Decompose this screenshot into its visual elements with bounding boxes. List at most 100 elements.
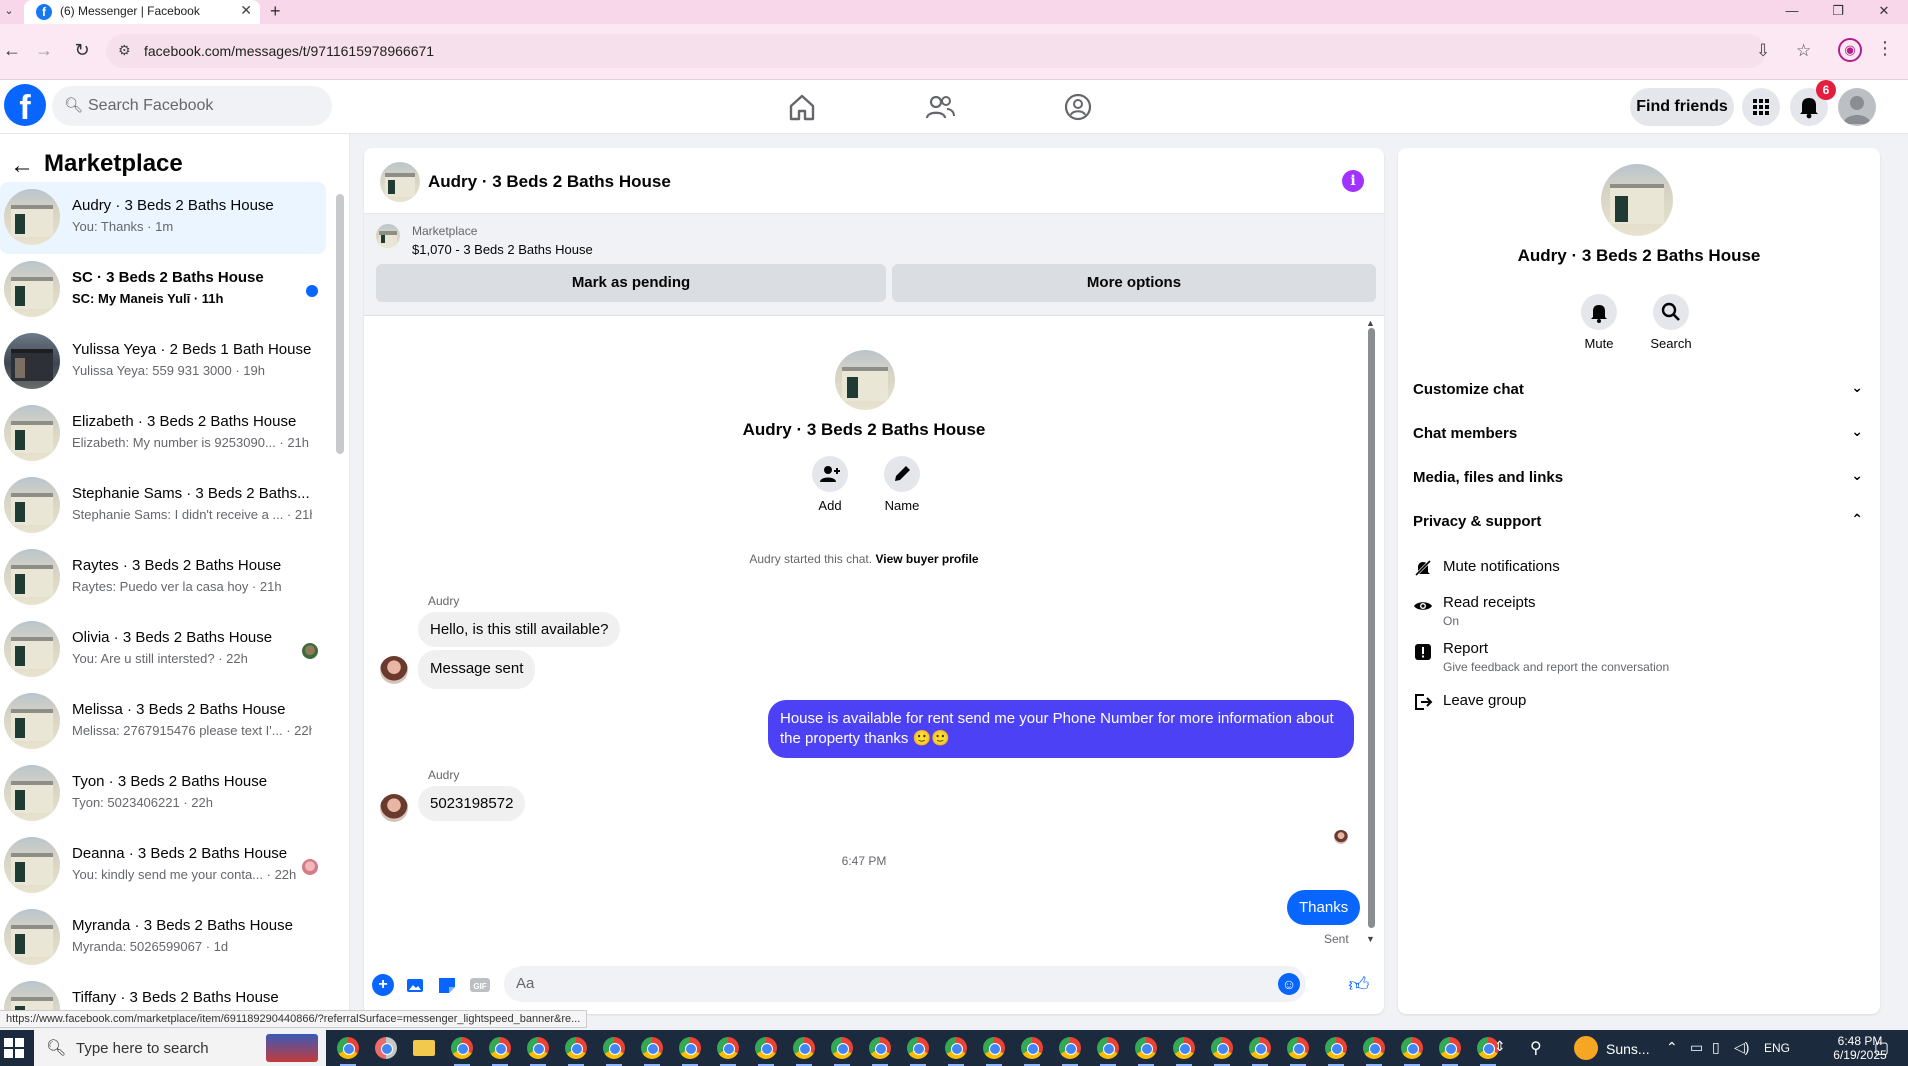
notification-center-icon[interactable]: ▢ [1874, 1038, 1889, 1066]
site-info-icon[interactable]: ⚙ [118, 42, 131, 59]
conversation-item-tiffany[interactable]: Tiffany · 3 Beds 2 Baths House [0, 974, 326, 1014]
bookmark-star-icon[interactable]: ☆ [1796, 41, 1811, 61]
plus-icon[interactable]: + [372, 974, 394, 996]
conversation-item-olivia[interactable]: Olivia · 3 Beds 2 Baths House You: Are u… [0, 614, 326, 686]
chrome-app-icon[interactable] [1436, 1034, 1464, 1066]
chrome-app-icon[interactable] [1170, 1034, 1198, 1066]
conversation-item-deanna[interactable]: Deanna · 3 Beds 2 Baths House You: kindl… [0, 830, 326, 902]
incoming-message[interactable]: Message sent [418, 650, 536, 689]
conversation-item-sc[interactable]: SC · 3 Beds 2 Baths House SC: My Maneis … [0, 254, 326, 326]
more-options-button[interactable]: More options [892, 264, 1376, 302]
chrome-app-icon[interactable] [1398, 1034, 1426, 1066]
conversation-item-yulissa[interactable]: Yulissa Yeya · 2 Beds 1 Bath House Yulis… [0, 326, 326, 398]
taskbar-search-box[interactable]: 🔍︎ Type here to search [34, 1030, 326, 1066]
chrome-app-icon[interactable] [1246, 1034, 1274, 1066]
chrome-app-icon[interactable] [334, 1034, 362, 1066]
listing-price-title[interactable]: $1,070 - 3 Beds 2 Baths House [412, 242, 593, 257]
file-explorer-icon[interactable] [410, 1034, 438, 1062]
chrome-app-icon[interactable] [1284, 1034, 1312, 1066]
weather-sun-icon[interactable] [1574, 1036, 1598, 1060]
address-bar[interactable]: ⚙ facebook.com/messages/t/97116159789666… [106, 34, 1811, 68]
facebook-search-input[interactable]: 🔍︎ Search Facebook [52, 86, 332, 126]
find-friends-button[interactable]: Find friends [1630, 88, 1734, 126]
chrome-app-icon[interactable] [1322, 1034, 1350, 1066]
chrome-app-icon[interactable] [562, 1034, 590, 1066]
conversation-item-raytes[interactable]: Raytes · 3 Beds 2 Baths House Raytes: Pu… [0, 542, 326, 614]
taskbar-scroll-arrows-icon[interactable]: ⇕ [1494, 1038, 1506, 1066]
mute-action[interactable]: Mute [1564, 294, 1634, 351]
close-window-icon[interactable]: ✕ [1862, 0, 1906, 24]
chrome-app-icon[interactable] [486, 1034, 514, 1066]
chrome-app-icon[interactable] [1018, 1034, 1046, 1066]
chrome-app-icon[interactable] [790, 1034, 818, 1066]
chrome-app-icon[interactable] [1360, 1034, 1388, 1066]
conversation-item-stephanie[interactable]: Stephanie Sams · 3 Beds 2 Baths... Steph… [0, 470, 326, 542]
app-icon[interactable] [372, 1034, 400, 1062]
incoming-message[interactable]: Hello, is this still available? [418, 612, 621, 647]
chrome-app-icon[interactable] [942, 1034, 970, 1066]
windows-start-icon[interactable] [4, 1038, 24, 1058]
chrome-app-icon[interactable] [524, 1034, 552, 1066]
chrome-app-icon[interactable] [638, 1034, 666, 1066]
chrome-app-icon[interactable] [448, 1034, 476, 1066]
volume-icon[interactable]: ◁) [1734, 1039, 1749, 1066]
mark-as-pending-button[interactable]: Mark as pending [376, 264, 886, 302]
sticker-icon[interactable] [436, 974, 458, 996]
tab-close-icon[interactable]: ✕ [240, 2, 252, 19]
add-people-action[interactable]: Add [800, 456, 860, 513]
chrome-app-icon[interactable] [1056, 1034, 1084, 1066]
privacy-support-section[interactable]: Privacy & support ⌃ [1413, 504, 1863, 540]
list-scrollbar[interactable] [336, 194, 344, 454]
friends-icon[interactable] [924, 92, 956, 122]
emoji-icon[interactable]: ☺ [1278, 973, 1300, 995]
chrome-app-icon[interactable] [828, 1034, 856, 1066]
name-chat-action[interactable]: Name [872, 456, 932, 513]
incoming-message[interactable]: 5023198572 [418, 786, 526, 821]
view-buyer-profile-link[interactable]: View buyer profile [875, 552, 978, 566]
message-input[interactable]: Aa ☺ [504, 966, 1306, 1002]
thread-scrollbar[interactable] [1368, 328, 1375, 928]
listing-thumbnail[interactable] [376, 224, 400, 248]
conversation-item-audry[interactable]: Audry · 3 Beds 2 Baths House You: Thanks… [0, 182, 326, 254]
weather-text[interactable]: Suns... [1606, 1041, 1650, 1066]
chrome-app-icon[interactable] [1132, 1034, 1160, 1066]
chrome-app-icon[interactable] [600, 1034, 628, 1066]
chrome-app-icon[interactable] [752, 1034, 780, 1066]
browser-profile-icon[interactable]: ◉ [1838, 38, 1862, 62]
tab-search-chevron-icon[interactable]: ⌄ [0, 0, 18, 24]
forward-icon[interactable]: → [32, 36, 56, 64]
groups-icon[interactable] [1062, 92, 1094, 122]
conversation-item-melissa[interactable]: Melissa · 3 Beds 2 Baths House Melissa: … [0, 686, 326, 758]
facebook-logo-icon[interactable]: f [4, 84, 46, 127]
new-tab-button[interactable]: + [270, 0, 281, 22]
scroll-down-icon[interactable]: ▼ [1366, 934, 1375, 944]
chrome-app-icon[interactable] [1208, 1034, 1236, 1066]
reload-icon[interactable]: ↻ [70, 36, 94, 64]
network-icon[interactable]: ▭ [1690, 1039, 1703, 1066]
thumbs-up-icon[interactable]: 👍︎ [1348, 974, 1370, 996]
browser-tab-messenger[interactable]: f (6) Messenger | Facebook ✕ [24, 0, 260, 24]
conversation-item-tyon[interactable]: Tyon · 3 Beds 2 Baths House Tyon: 502340… [0, 758, 326, 830]
home-icon[interactable] [786, 92, 818, 122]
battery-icon[interactable]: ▯ [1712, 1039, 1720, 1066]
install-app-icon[interactable]: ⇩ [1756, 41, 1770, 61]
chat-title[interactable]: Audry · 3 Beds 2 Baths House [428, 172, 671, 192]
tray-chevron-up-icon[interactable]: ⌃ [1666, 1039, 1678, 1066]
photo-icon[interactable] [404, 974, 426, 996]
outgoing-message[interactable]: Thanks [1287, 890, 1361, 925]
language-indicator[interactable]: ENG [1764, 1041, 1790, 1066]
menu-grid-button[interactable] [1742, 88, 1780, 126]
chat-members-section[interactable]: Chat members ⌄ [1413, 416, 1863, 452]
gif-icon[interactable]: GIF [468, 974, 492, 996]
outgoing-message[interactable]: House is available for rent send me your… [768, 700, 1354, 758]
conversation-item-myranda[interactable]: Myranda · 3 Beds 2 Baths House Myranda: … [0, 902, 326, 974]
account-avatar[interactable] [1838, 88, 1876, 126]
conversation-info-icon[interactable]: i [1342, 170, 1364, 192]
customize-chat-section[interactable]: Customize chat ⌄ [1413, 372, 1863, 408]
chrome-app-icon[interactable] [866, 1034, 894, 1066]
chrome-app-icon[interactable] [1094, 1034, 1122, 1066]
chrome-app-icon[interactable] [904, 1034, 932, 1066]
minimize-icon[interactable]: — [1770, 0, 1814, 24]
chrome-app-icon[interactable] [714, 1034, 742, 1066]
search-in-chat-action[interactable]: Search [1636, 294, 1706, 351]
